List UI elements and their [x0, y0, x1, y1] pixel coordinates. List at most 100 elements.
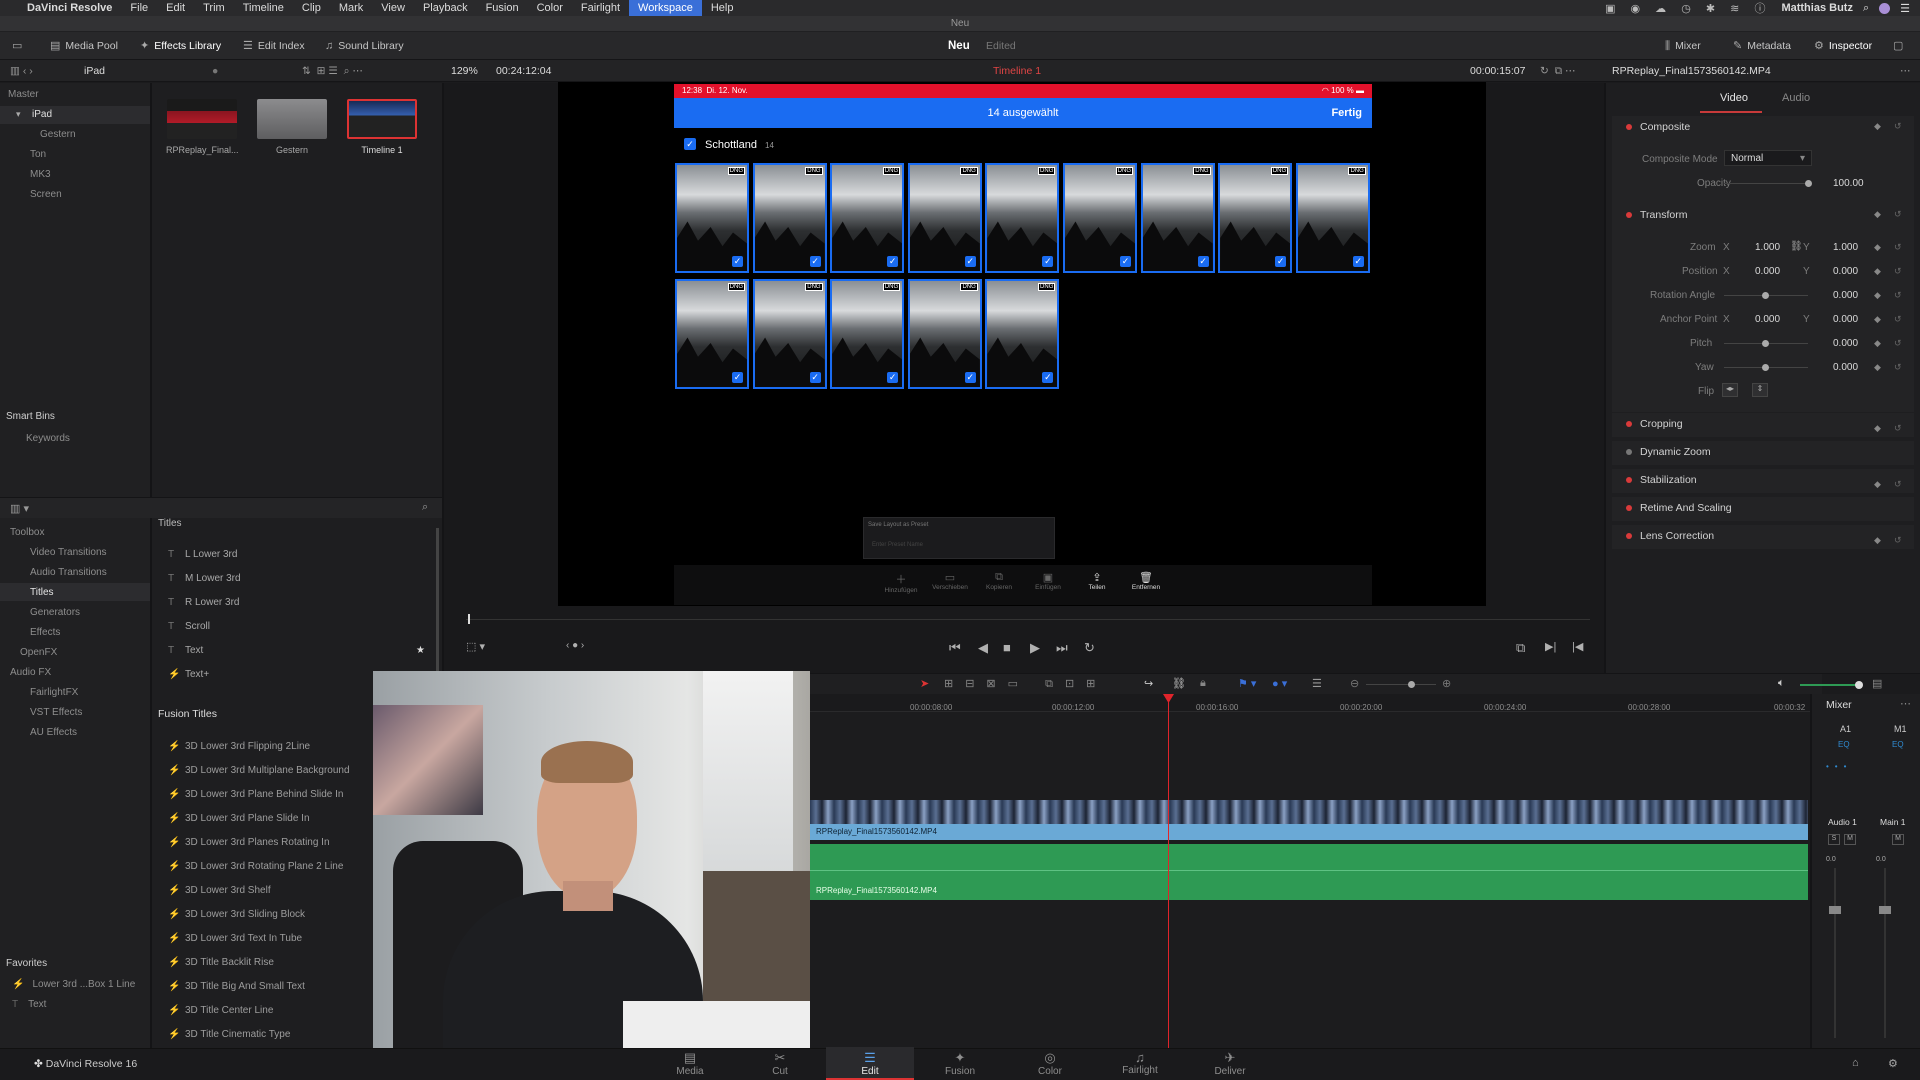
bin-ton[interactable]: Ton	[30, 149, 46, 160]
menu-playback[interactable]: Playback	[414, 0, 477, 16]
solo-button[interactable]: S	[1828, 834, 1840, 845]
go-to-end-icon[interactable]: ⏭	[1056, 640, 1068, 656]
composite-enable-icon[interactable]	[1626, 124, 1632, 130]
smart-bin-keywords[interactable]: Keywords	[26, 433, 70, 444]
menu-trim[interactable]: Trim	[194, 0, 234, 16]
reset-icon[interactable]: ↺	[1894, 479, 1902, 490]
page-fusion[interactable]: ✦ Fusion	[925, 1050, 995, 1077]
keyframe-icon[interactable]: ◆	[1874, 266, 1881, 277]
tree-audio-fx[interactable]: Audio FX	[10, 667, 51, 678]
fusion-title-item[interactable]: ⚡ 3D Lower 3rd Planes Rotating In	[168, 837, 330, 848]
keyframe-icon[interactable]: ◆	[1874, 362, 1881, 373]
photo-thumbnail[interactable]: DNG ✓	[907, 163, 982, 273]
keyframe-icon[interactable]: ◆	[1874, 314, 1881, 325]
pitch-slider-thumb[interactable]	[1762, 340, 1769, 347]
photo-thumbnail[interactable]: DNG ✓	[1063, 163, 1137, 273]
keyframe-icon[interactable]: ◆	[1874, 423, 1881, 434]
tree-openfx[interactable]: OpenFX	[20, 647, 57, 658]
photo-checkbox-icon[interactable]: ✓	[1197, 256, 1209, 267]
play-icon[interactable]: ▶	[1030, 640, 1040, 656]
tree-video-transitions[interactable]: Video Transitions	[30, 547, 107, 558]
menu-view[interactable]: View	[372, 0, 414, 16]
home-icon[interactable]: ⌂	[1852, 1057, 1859, 1069]
keyframe-icon[interactable]: ◆	[1874, 209, 1881, 220]
photo-checkbox-icon[interactable]: ✓	[732, 372, 743, 383]
mixer-button[interactable]: ⫼ Mixer	[1665, 38, 1701, 54]
stop-icon[interactable]: ■	[1003, 640, 1011, 655]
reset-icon[interactable]: ↺	[1894, 423, 1902, 434]
reset-icon[interactable]: ↺	[1894, 362, 1902, 373]
pan-dots-icon[interactable]: •••	[1826, 762, 1852, 771]
timeline-view-icon[interactable]: ☰	[1312, 677, 1322, 690]
bin-screen[interactable]: Screen	[30, 189, 62, 200]
main-mute-button[interactable]: M	[1892, 834, 1904, 845]
master-volume-slider[interactable]	[1800, 684, 1860, 686]
jog-icon[interactable]: ‹ ● ›	[566, 640, 584, 651]
bin-master[interactable]: Master	[8, 89, 39, 100]
lock-icon[interactable]: 🔒︎	[1200, 677, 1206, 690]
flag-icon[interactable]: ⚑ ▾	[1238, 677, 1256, 690]
yaw-slider-thumb[interactable]	[1762, 364, 1769, 371]
bin-list-icon[interactable]: ▥ ‹ ›	[10, 65, 33, 77]
favorite-star-icon[interactable]: ★	[416, 645, 425, 656]
action-1[interactable]: ▭ Verschieben	[925, 571, 975, 591]
timeline-options-icon[interactable]: ▤	[1872, 677, 1882, 690]
photo-thumbnail[interactable]: DNG ✓	[985, 163, 1060, 273]
loop-icon[interactable]: ↻	[1084, 640, 1095, 656]
avatar[interactable]	[1879, 2, 1891, 14]
action-2[interactable]: ⧉ Kopieren	[974, 571, 1024, 591]
fusion-title-item[interactable]: ⚡ 3D Lower 3rd Shelf	[168, 885, 271, 896]
tree-titles[interactable]: Titles	[30, 587, 54, 598]
photo-thumbnail[interactable]: DNG ✓	[830, 279, 905, 389]
title-item[interactable]: T Text	[168, 645, 203, 656]
section-enable-icon[interactable]	[1626, 505, 1632, 511]
audio1-fader[interactable]	[1829, 906, 1841, 914]
section-cropping[interactable]: Cropping	[1640, 418, 1683, 430]
volume-icon[interactable]: 🔈︎	[1778, 677, 1785, 690]
keyframe-icon[interactable]: ◆	[1874, 121, 1881, 132]
section-retime-and-scaling[interactable]: Retime And Scaling	[1640, 502, 1732, 514]
effects-search-icon[interactable]: ⌕	[422, 501, 428, 514]
page-cut[interactable]: ✂ Cut	[745, 1050, 815, 1077]
fusion-title-item[interactable]: ⚡ 3D Lower 3rd Multiplane Background	[168, 765, 350, 776]
link-clips-icon[interactable]: ⛓	[1172, 677, 1186, 690]
title-item[interactable]: T Scroll	[168, 621, 210, 632]
photo-thumbnail[interactable]: DNG ✓	[985, 279, 1060, 389]
title-item[interactable]: TR Lower 3rd	[168, 597, 239, 608]
photo-checkbox-icon[interactable]: ✓	[887, 372, 899, 383]
opacity-slider-thumb[interactable]	[1805, 180, 1812, 187]
tree-effects[interactable]: Effects	[30, 627, 60, 638]
pitch-value[interactable]: 0.000	[1833, 338, 1858, 349]
main1-fader[interactable]	[1879, 906, 1891, 914]
menu-edit[interactable]: Edit	[157, 0, 194, 16]
viewer-zoom[interactable]: 129%	[451, 65, 478, 77]
composite-mode-select[interactable]: Normal ▾	[1724, 150, 1812, 166]
anchor-y-value[interactable]: 0.000	[1833, 314, 1858, 325]
section-stabilization[interactable]: Stabilization	[1640, 474, 1697, 486]
effects-panel-icon[interactable]: ▥ ▾	[10, 502, 29, 515]
effects-library-button[interactable]: ✦ Effects Library	[140, 38, 221, 54]
section-composite[interactable]: Composite	[1640, 121, 1690, 133]
fusion-title-item[interactable]: ⚡ 3D Lower 3rd Plane Behind Slide In	[168, 789, 343, 800]
fusion-title-item[interactable]: ⚡ 3D Title Backlit Rise	[168, 957, 274, 968]
expand-chevron-icon[interactable]: ▾	[16, 109, 21, 120]
view-options-icon[interactable]: ⇅ ⊞ ☰ ⌕ ⋯	[302, 65, 363, 78]
eq-button-m1[interactable]: EQ	[1892, 740, 1904, 749]
reset-icon[interactable]: ↺	[1894, 121, 1902, 132]
photo-thumbnail[interactable]: DNG ✓	[830, 163, 905, 273]
clip-thumb-gestern[interactable]: Gestern	[256, 99, 328, 155]
video-clip[interactable]: RPReplay_Final1573560142.MP4	[810, 824, 1808, 840]
photo-checkbox-icon[interactable]: ✓	[809, 372, 821, 383]
go-to-start-icon[interactable]: ⏮	[949, 640, 961, 656]
fusion-title-item[interactable]: ⚡ 3D Title Cinematic Type	[168, 1029, 290, 1040]
action-4[interactable]: ⇪ Teilen	[1072, 571, 1122, 591]
next-edit-icon[interactable]: ▶|	[1545, 640, 1556, 653]
tab-video[interactable]: Video	[1720, 92, 1748, 104]
media-pool-button[interactable]: ▤ Media Pool	[50, 38, 118, 54]
photo-thumbnail[interactable]: DNG ✓	[752, 163, 827, 273]
app-menu[interactable]: DaVinci Resolve	[18, 0, 121, 16]
action-0[interactable]: ＋ Hinzufügen	[876, 571, 926, 594]
action-5[interactable]: 🗑︎ Entfernen	[1121, 571, 1171, 591]
control-center-icon[interactable]: ☰	[1900, 2, 1910, 15]
selection-tool-icon[interactable]: ➤	[920, 677, 929, 690]
